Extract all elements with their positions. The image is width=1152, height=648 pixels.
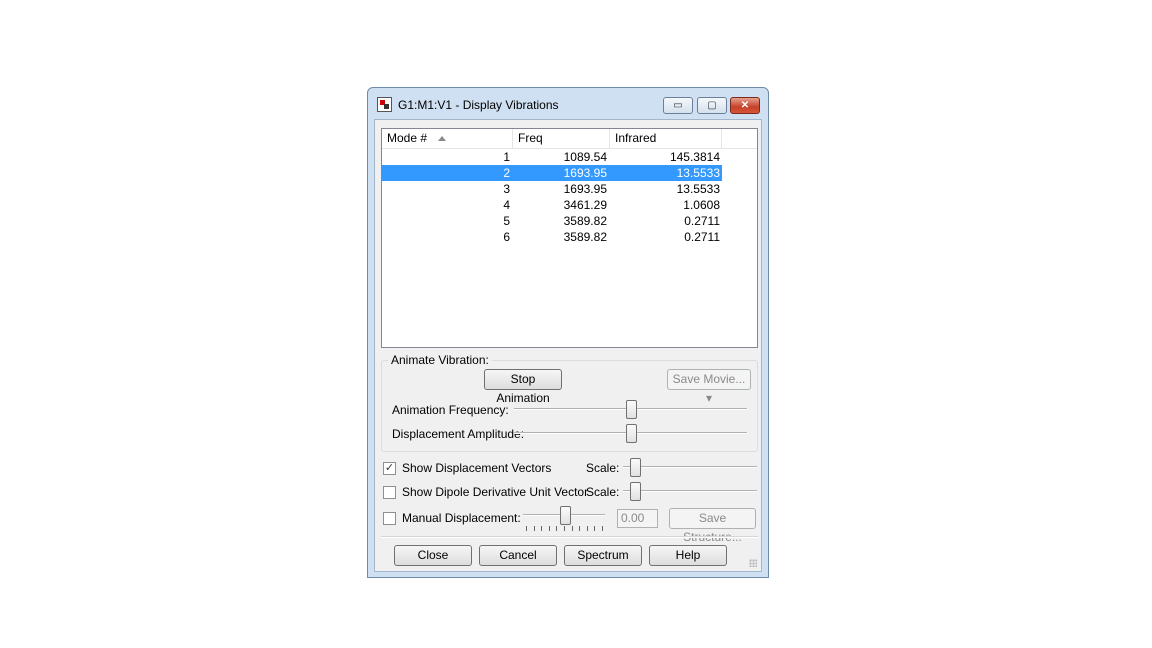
slider-tick [586,526,588,531]
slider-tick [579,526,581,531]
slider-tick [526,526,527,531]
cell-mode: 1 [503,150,510,164]
spectrum-button[interactable]: Spectrum [564,545,642,566]
slider-tick [556,526,558,531]
window-title: G1:M1:V1 - Display Vibrations [398,98,559,112]
dipole-scale-label: Scale: [586,485,620,499]
help-button[interactable]: Help [649,545,727,566]
save-structure-button[interactable]: Save Structure... [669,508,756,544]
animation-frequency-label: Animation Frequency: [392,403,509,417]
cell-freq: 3589.82 [563,230,607,244]
minimize-button[interactable]: ▭ [663,97,693,114]
slider-tick [602,526,603,531]
table-header: Mode # Freq Infrared [382,129,757,149]
cell-freq: 1693.95 [563,182,607,196]
cancel-button[interactable]: Cancel [479,545,557,566]
manual-displacement-ticks [526,526,603,532]
animate-vibration-label: Animate Vibration: [388,353,492,367]
close-button[interactable]: Close [394,545,472,566]
resize-grip-icon[interactable] [749,559,757,567]
table-row[interactable]: 6 3589.82 0.2711 [382,229,722,245]
dipole-scale-slider[interactable] [623,490,757,492]
cell-mode: 5 [503,214,510,228]
manual-displacement-thumb[interactable] [560,506,571,525]
close-window-button[interactable]: ✕ [730,97,760,114]
cell-infrared: 13.5533 [676,166,720,180]
modes-table[interactable]: Mode # Freq Infrared 1 1089.54 145.3814 2 16… [381,128,758,348]
sort-ascending-icon [438,136,446,141]
cell-infrared: 1.0608 [683,198,720,212]
displacement-amplitude-thumb[interactable] [625,424,637,443]
manual-displacement-value[interactable]: 0.00 [617,509,658,528]
slider-tick [533,526,535,531]
cell-infrared: 0.2711 [684,230,720,244]
animation-frequency-thumb[interactable] [625,400,637,419]
manual-displacement-checkbox[interactable] [383,512,396,525]
displacement-amplitude-label: Displacement Amplitude: [392,427,525,441]
dipole-scale-thumb[interactable] [630,482,641,501]
header-infrared[interactable]: Infrared [610,129,722,148]
show-displacement-vectors-checkbox[interactable]: ✓ [383,462,396,475]
slider-tick [571,526,573,531]
save-movie-label: Save Movie... [672,372,746,386]
title-bar[interactable]: G1:M1:V1 - Display Vibrations ▭ ▢ ✕ [368,88,768,120]
show-dipole-derivative-label: Show Dipole Derivative Unit Vector [402,485,589,499]
table-row[interactable]: 4 3461.29 1.0608 [382,197,722,213]
cell-mode: 6 [503,230,510,244]
table-row[interactable]: 5 3589.82 0.2711 [382,213,722,229]
show-displacement-vectors-label: Show Displacement Vectors [402,461,552,475]
cell-infrared: 0.2711 [684,214,720,228]
stop-animation-button[interactable]: Stop Animation [484,369,562,405]
displacement-scale-slider[interactable] [623,466,757,468]
app-icon [377,97,392,112]
cell-infrared: 145.3814 [669,150,720,164]
table-row[interactable]: 2 1693.95 13.5533 [382,165,722,181]
show-dipole-derivative-checkbox[interactable] [383,486,396,499]
table-row[interactable]: 3 1693.95 13.5533 [382,181,722,197]
cell-freq: 3461.29 [563,198,607,212]
separator [381,536,758,538]
slider-tick [541,526,543,531]
header-mode-label: Mode # [387,131,428,145]
displacement-scale-label: Scale: [586,461,620,475]
cell-freq: 1089.54 [563,150,607,164]
displacement-scale-thumb[interactable] [630,458,641,477]
header-freq[interactable]: Freq [513,129,610,148]
header-mode[interactable]: Mode # [382,129,513,148]
animate-vibration-group: Animate Vibration: Stop Animation Save M… [381,353,758,452]
manual-displacement-label: Manual Displacement: [402,511,521,525]
cell-freq: 3589.82 [563,214,607,228]
cell-infrared: 13.5533 [676,182,720,196]
cell-freq: 1693.95 [563,166,607,180]
slider-tick [548,526,550,531]
cell-mode: 2 [503,166,510,180]
slider-tick [594,526,596,531]
slider-tick [564,526,565,531]
save-movie-button[interactable]: Save Movie... ▾ [667,369,751,405]
cell-mode: 3 [503,182,510,196]
dropdown-arrow-icon: ▾ [705,391,713,405]
table-row[interactable]: 1 1089.54 145.3814 [382,149,722,165]
cell-mode: 4 [503,198,510,212]
display-vibrations-window: G1:M1:V1 - Display Vibrations ▭ ▢ ✕ Mode… [367,87,769,578]
dialog-client-area: Mode # Freq Infrared 1 1089.54 145.3814 2 16… [374,119,762,572]
maximize-button[interactable]: ▢ [697,97,727,114]
